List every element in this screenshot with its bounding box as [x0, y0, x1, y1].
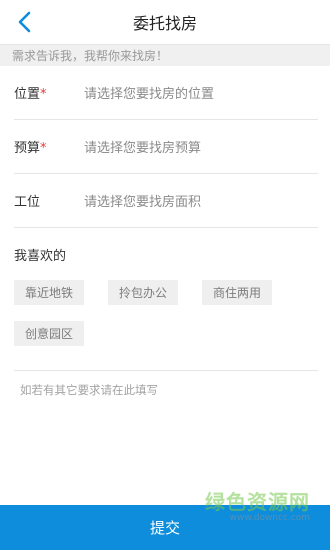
location-row[interactable]: 位置* 请选择您要找房的位置	[14, 66, 318, 120]
budget-row[interactable]: 预算* 请选择您要找房预算	[14, 120, 318, 174]
budget-select[interactable]: 请选择您要找房预算	[84, 137, 201, 156]
workstation-select[interactable]: 请选择您要找房面积	[84, 191, 201, 210]
divider	[14, 370, 318, 371]
tag-ready-office[interactable]: 拎包办公	[108, 280, 178, 305]
required-mark: *	[40, 141, 47, 156]
submit-label: 提交	[149, 519, 180, 537]
tag-near-metro[interactable]: 靠近地铁	[14, 280, 84, 305]
location-select[interactable]: 请选择您要找房的位置	[84, 83, 214, 102]
preference-tags: 靠近地铁 拎包办公 商住两用 创意园区	[14, 280, 330, 346]
tag-creative-park[interactable]: 创意园区	[14, 321, 84, 346]
back-button[interactable]	[8, 6, 40, 38]
workstation-row[interactable]: 工位 请选择您要找房面积	[14, 174, 318, 228]
budget-label: 预算*	[14, 141, 47, 156]
workstation-label: 工位	[14, 195, 41, 210]
preferences-title: 我喜欢的	[14, 249, 67, 264]
remark-input[interactable]: 如若有其它要求请在此填写	[20, 382, 330, 398]
required-mark: *	[40, 87, 47, 102]
watermark-text: 绿色资源网	[205, 490, 310, 514]
location-label: 位置*	[14, 87, 47, 102]
hint-bar: 需求告诉我，我帮你来找房！	[0, 44, 330, 66]
watermark-url: www.downcc.com	[229, 513, 310, 523]
page-title: 委托找房	[132, 14, 197, 33]
watermark-logo: 绿色资源网 www.downcc.com	[205, 486, 310, 523]
chevron-left-icon	[18, 11, 31, 33]
tag-mixed-use[interactable]: 商住两用	[202, 280, 272, 305]
app-header: 委托找房	[0, 0, 330, 44]
